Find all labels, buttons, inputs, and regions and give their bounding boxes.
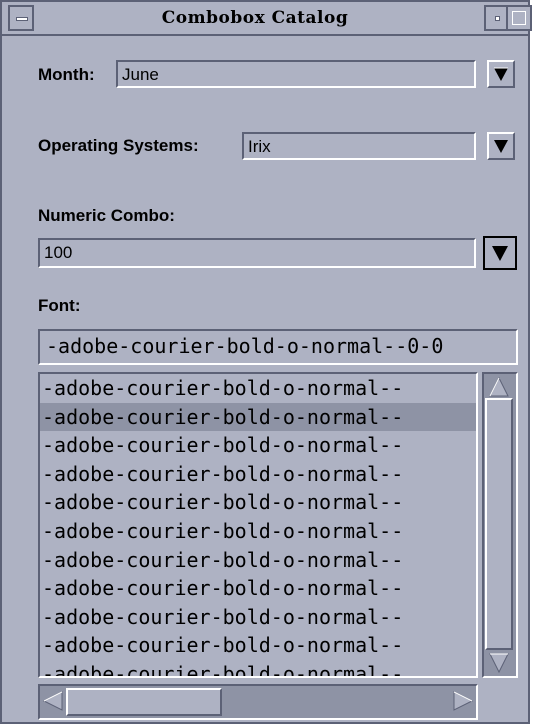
- os-label: Operating Systems:: [38, 136, 199, 155]
- month-label: Month:: [38, 65, 95, 84]
- os-dropdown-button[interactable]: [487, 132, 515, 160]
- list-item[interactable]: -adobe-courier-bold-o-normal--: [40, 603, 476, 632]
- list-item[interactable]: -adobe-courier-bold-o-normal--: [40, 460, 476, 489]
- month-dropdown-button[interactable]: [487, 60, 515, 88]
- list-item[interactable]: -adobe-courier-bold-o-normal--: [40, 574, 476, 603]
- list-item[interactable]: -adobe-courier-bold-o-normal--: [40, 431, 476, 460]
- combobox-catalog-window: Combobox Catalog Month: June Operating S…: [0, 0, 532, 724]
- numeric-dropdown-button[interactable]: [483, 236, 517, 270]
- triangle-down-icon: [494, 140, 508, 153]
- list-item[interactable]: -adobe-courier-bold-o-normal--: [40, 402, 476, 432]
- maximize-button[interactable]: [506, 5, 532, 31]
- font-list[interactable]: -adobe-courier-bold-o-normal-- -adobe-cou…: [38, 372, 478, 678]
- list-item[interactable]: -adobe-courier-bold-o-normal--: [40, 546, 476, 575]
- triangle-up-icon[interactable]: [488, 376, 510, 398]
- month-field[interactable]: June: [116, 60, 476, 88]
- font-field[interactable]: -adobe-courier-bold-o-normal--0-0: [38, 329, 518, 365]
- list-item[interactable]: -adobe-courier-bold-o-normal--: [40, 488, 476, 517]
- horizontal-scroll-thumb[interactable]: [66, 688, 222, 716]
- window-title: Combobox Catalog: [161, 8, 349, 28]
- triangle-down-icon[interactable]: [488, 652, 510, 674]
- triangle-left-icon[interactable]: [42, 690, 64, 712]
- triangle-down-icon: [487, 240, 513, 266]
- list-item[interactable]: -adobe-courier-bold-o-normal--: [40, 631, 476, 660]
- numeric-field[interactable]: 100: [38, 238, 476, 268]
- vertical-scroll-thumb[interactable]: [485, 398, 513, 650]
- window-menu-button[interactable]: [8, 5, 34, 31]
- list-item[interactable]: -adobe-courier-bold-o-normal--: [40, 517, 476, 546]
- numeric-label: Numeric Combo:: [38, 206, 175, 225]
- font-label: Font:: [38, 296, 81, 315]
- list-item[interactable]: -adobe-courier-bold-o-normal--: [40, 660, 476, 676]
- horizontal-scrollbar[interactable]: [38, 684, 478, 720]
- vertical-scrollbar[interactable]: [482, 372, 518, 678]
- title-bar[interactable]: Combobox Catalog: [2, 2, 532, 36]
- list-item[interactable]: -adobe-courier-bold-o-normal--: [40, 374, 476, 403]
- triangle-down-icon: [494, 67, 508, 81]
- triangle-right-icon[interactable]: [452, 690, 474, 712]
- os-field[interactable]: Irix: [242, 132, 476, 160]
